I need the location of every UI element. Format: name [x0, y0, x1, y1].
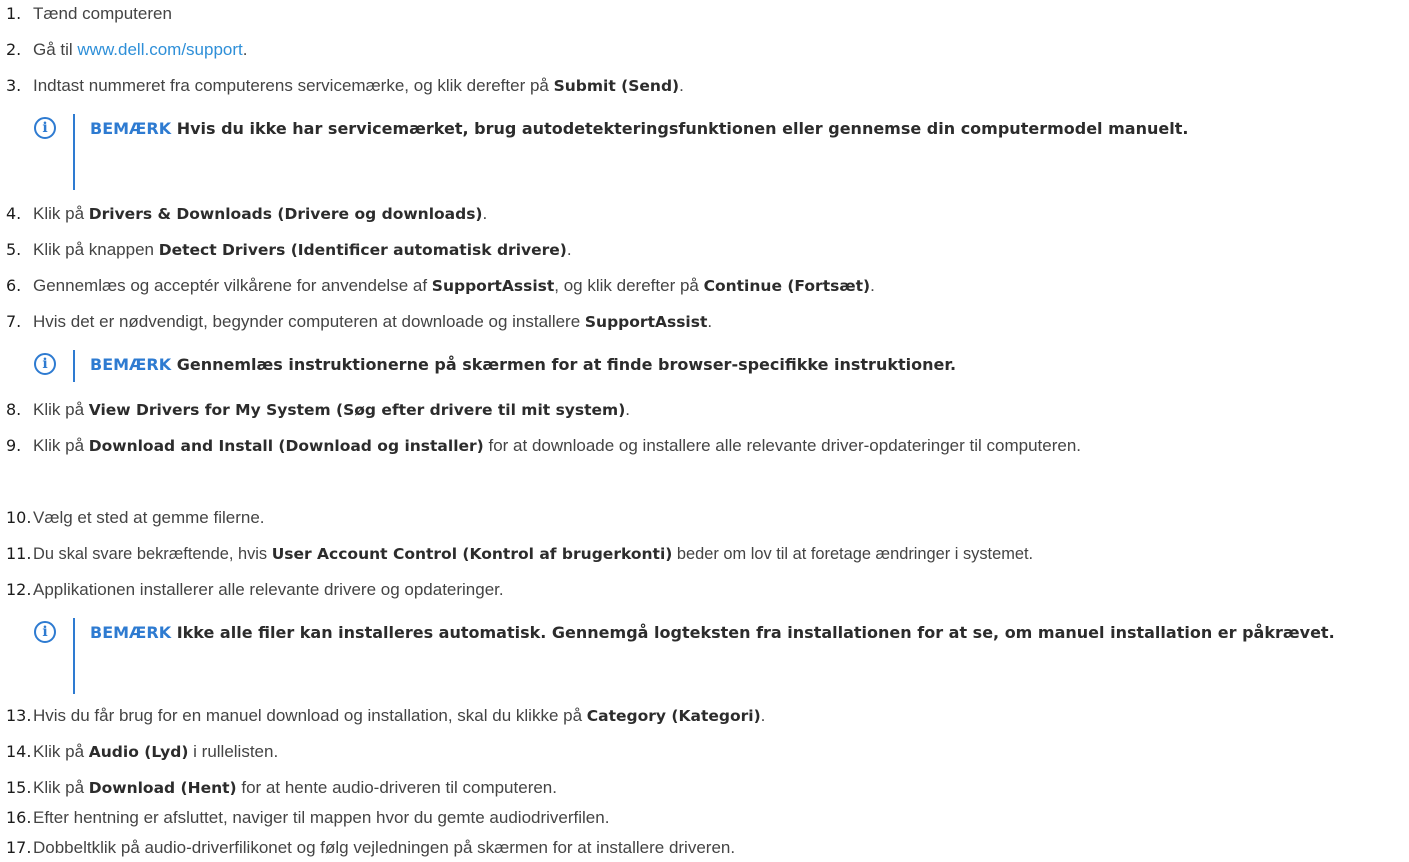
step-number: 3. — [6, 76, 22, 95]
step-text: Du skal svare bekræftende, hvis User Acc… — [33, 545, 1034, 563]
note-text: BEMÆRK Gennemlæs instruktionerne på skær… — [90, 355, 957, 374]
note-servicetag: i BEMÆRK Hvis du ikke har servicemærket,… — [34, 114, 1403, 194]
step-text: Gå til www.dell.com/support. — [33, 40, 248, 59]
step-text: Klik på View Drivers for My System (Søg … — [33, 400, 631, 419]
step-text: Efter hentning er afsluttet, naviger til… — [33, 808, 610, 827]
step-text: Vælg et sted at gemme filerne. — [33, 508, 265, 527]
step-number: 9. — [6, 436, 22, 455]
info-icon: i — [34, 117, 56, 139]
info-icon: i — [34, 353, 56, 375]
step-number: 8. — [6, 400, 22, 419]
step-number: 4. — [6, 204, 22, 223]
note-browser: i BEMÆRK Gennemlæs instruktionerne på sk… — [34, 350, 1403, 384]
step-text: Dobbeltklik på audio-driverfilikonet og … — [33, 838, 736, 857]
step-text: Indtast nummeret fra computerens service… — [33, 76, 684, 95]
step-text: Klik på Download (Hent) for at hente aud… — [33, 778, 557, 797]
step-number: 5. — [6, 240, 22, 259]
step-text: Tænd computeren — [33, 4, 172, 23]
step-text: Applikationen installerer alle relevante… — [33, 580, 504, 599]
step-number: 11. — [6, 544, 32, 563]
support-link[interactable]: www.dell.com/support — [77, 40, 242, 59]
note-divider — [73, 618, 75, 694]
note-label: BEMÆRK — [90, 623, 172, 642]
step-number: 13. — [6, 706, 32, 725]
step-number: 15. — [6, 778, 32, 797]
step-number: 14. — [6, 742, 32, 761]
note-text: BEMÆRK Ikke alle filer kan installeres a… — [90, 623, 1335, 642]
step-number: 6. — [6, 276, 22, 295]
note-text: BEMÆRK Hvis du ikke har servicemærket, b… — [90, 119, 1189, 138]
step-text: Hvis du får brug for en manuel download … — [33, 706, 766, 725]
step-text: Klik på Download and Install (Download o… — [33, 436, 1081, 455]
step-number: 1. — [6, 4, 22, 23]
step-number: 10. — [6, 508, 32, 527]
note-manual: i BEMÆRK Ikke alle filer kan installeres… — [34, 618, 1403, 698]
note-label: BEMÆRK — [90, 119, 172, 138]
info-icon: i — [34, 621, 56, 643]
step-number: 2. — [6, 40, 22, 59]
step-text: Hvis det er nødvendigt, begynder compute… — [33, 312, 713, 331]
note-label: BEMÆRK — [90, 355, 172, 374]
step-number: 12. — [6, 580, 32, 599]
step-number: 16. — [6, 808, 32, 827]
step-number: 7. — [6, 312, 22, 331]
step-text: Klik på knappen Detect Drivers (Identifi… — [33, 240, 572, 259]
step-text: Klik på Audio (Lyd) i rullelisten. — [33, 742, 279, 761]
note-divider — [73, 114, 75, 190]
step-text: Klik på Drivers & Downloads (Drivere og … — [33, 204, 488, 223]
step-text: Gennemlæs og acceptér vilkårene for anve… — [33, 276, 875, 295]
note-divider — [73, 350, 75, 382]
instructions-document: 1. Tænd computeren 2. Gå til www.dell.co… — [0, 0, 1409, 862]
step-number: 17. — [6, 838, 32, 857]
